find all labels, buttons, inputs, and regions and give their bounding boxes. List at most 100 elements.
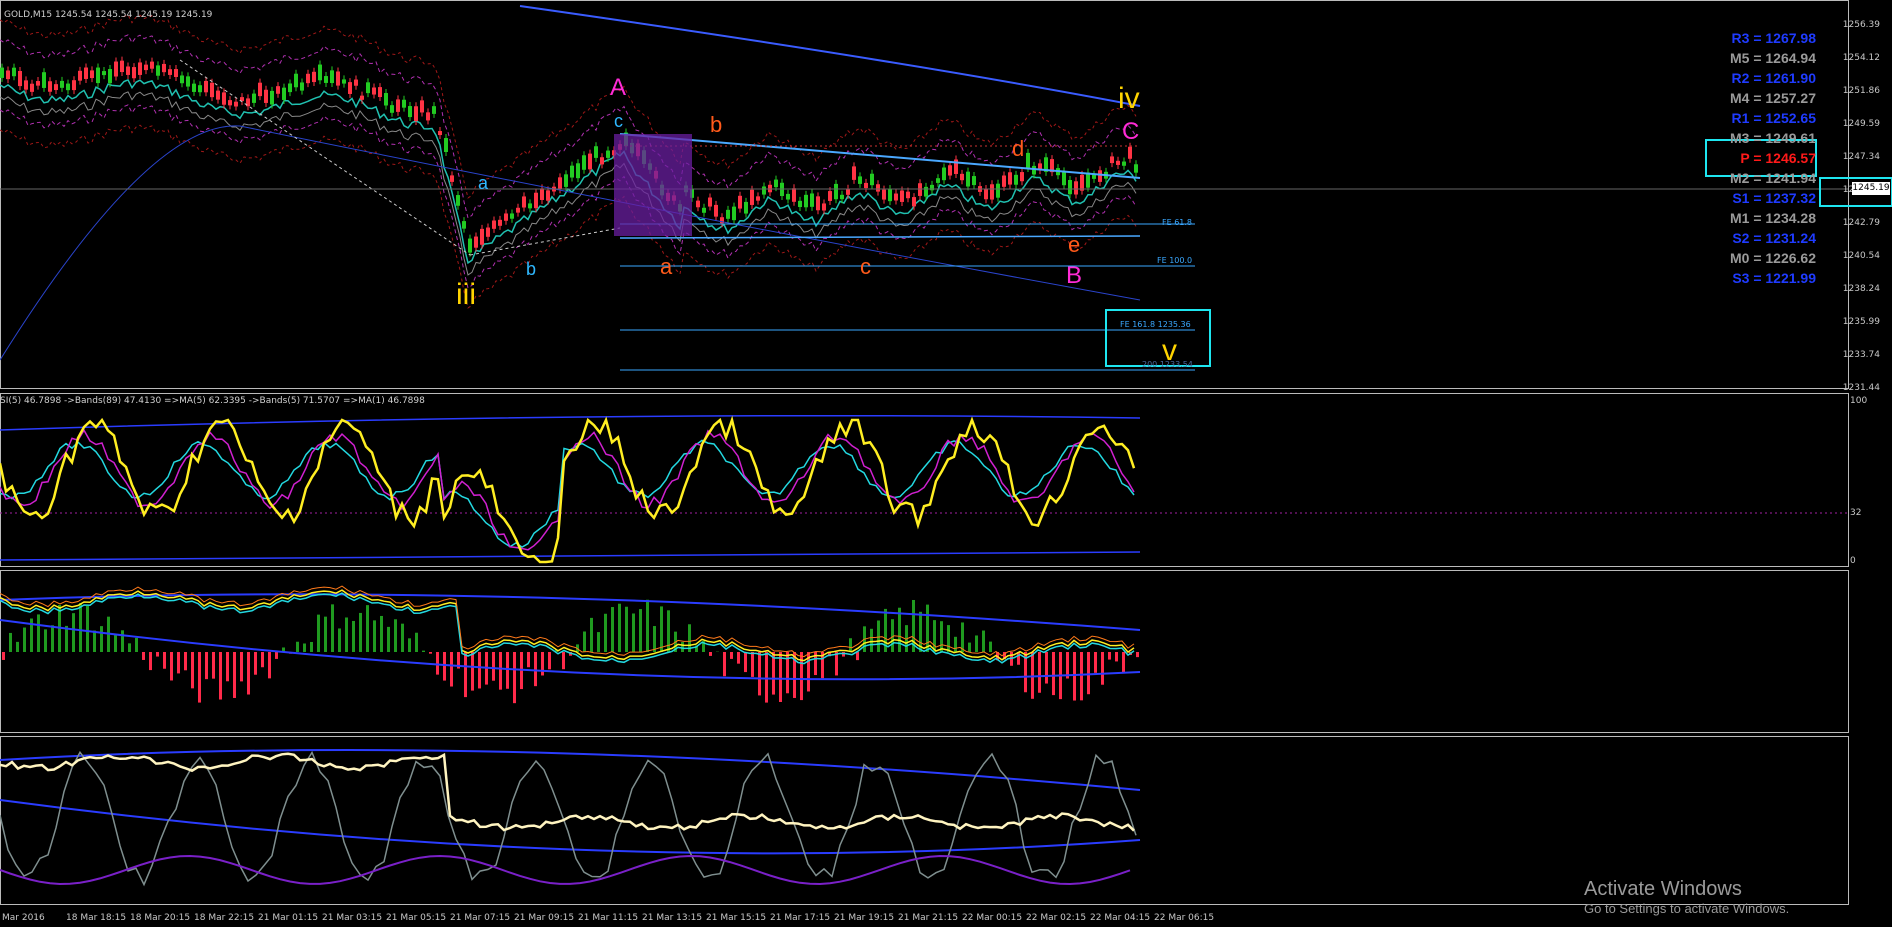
candle-body <box>726 209 730 219</box>
histogram-bar <box>646 599 649 652</box>
candle-body <box>270 90 274 105</box>
time-axis-label: 22 Mar 02:15 <box>1026 913 1087 923</box>
candle-body <box>936 178 940 183</box>
histogram-bar <box>205 652 208 680</box>
histogram-bar <box>44 629 47 652</box>
price-scale-label: 1233.74 <box>1842 350 1880 360</box>
wave-e-orange-label: e <box>1068 232 1081 257</box>
candle-body <box>1080 174 1084 191</box>
stochastic-panel <box>0 749 1141 887</box>
histogram-bar <box>548 652 551 670</box>
wave-c-blue-label: c <box>614 111 623 131</box>
candle-body <box>876 184 880 192</box>
pivot-level-label: S1 = 1237.32 <box>1732 190 1816 206</box>
histogram-bar <box>639 609 642 652</box>
pivot-level-label: M3 = 1249.61 <box>1729 130 1816 146</box>
candle-body <box>1110 156 1114 164</box>
time-axis-label: 21 Mar 21:15 <box>898 913 959 923</box>
histogram-bar <box>345 617 348 652</box>
chart-canvas[interactable] <box>0 0 1892 927</box>
histogram-band-upper <box>0 593 1141 631</box>
histogram-bar <box>779 652 782 702</box>
histogram-bar <box>744 652 747 673</box>
histogram-bar <box>121 630 124 652</box>
histogram-bar <box>926 604 929 652</box>
histogram-bar <box>597 632 600 652</box>
candle-body <box>420 100 424 113</box>
candle-body <box>312 71 316 83</box>
time-axis-label: 21 Mar 17:15 <box>770 913 831 923</box>
candle-body <box>564 174 568 187</box>
histogram-bar <box>331 604 334 652</box>
candle-body <box>852 166 856 180</box>
candle-body <box>582 155 586 170</box>
histogram-bar <box>198 652 201 703</box>
histogram-bar <box>499 652 502 690</box>
candle-body <box>888 189 892 202</box>
pivot-level-label: R2 = 1261.90 <box>1731 70 1816 86</box>
candle-body <box>828 191 832 201</box>
histogram-bar <box>681 642 684 652</box>
candle-body <box>486 227 490 237</box>
histogram-bar <box>51 625 54 652</box>
time-axis-label: 18 Mar 20:15 <box>130 913 191 923</box>
candle-body <box>858 176 862 184</box>
candle-body <box>732 206 736 221</box>
histogram-bar <box>2 652 5 660</box>
histogram-bar <box>443 652 446 681</box>
histogram-bar <box>233 652 236 698</box>
histogram-bar <box>16 641 19 652</box>
wave-a-orange-label: a <box>660 254 673 279</box>
candle-body <box>1074 181 1078 195</box>
stochastic-band-lower <box>0 799 1141 855</box>
histogram-bar <box>590 617 593 652</box>
histogram-bar <box>303 643 306 652</box>
histogram-bar <box>240 652 243 682</box>
candle-body <box>702 207 706 213</box>
histogram-bar <box>471 652 474 691</box>
candle-body <box>324 76 328 83</box>
price-scale-label: 1256.39 <box>1842 20 1880 30</box>
candle-body <box>1026 152 1030 168</box>
histogram-bar <box>352 620 355 652</box>
oscillator-signal-line <box>0 428 1135 551</box>
candle-body <box>108 69 112 84</box>
candle-body <box>480 228 484 245</box>
candle-body <box>366 82 370 94</box>
wave-v-label: v <box>1162 334 1177 367</box>
candle-body <box>750 189 754 205</box>
candle-body <box>1014 174 1018 185</box>
histogram-bar <box>275 652 278 659</box>
candle-body <box>432 106 436 114</box>
histogram-bar <box>513 652 516 704</box>
time-axis-label: 18 Mar 18:15 <box>66 913 127 923</box>
histogram-bar <box>93 630 96 652</box>
candle-body <box>210 82 214 98</box>
candle-body <box>222 92 226 105</box>
histogram-bar <box>408 638 411 652</box>
wave-B-label: B <box>1066 262 1083 289</box>
histogram-bar <box>1122 652 1125 673</box>
candle-body <box>1116 160 1120 165</box>
histogram-bar <box>1017 652 1020 665</box>
candle-body <box>906 191 910 199</box>
candle-body <box>696 200 700 208</box>
histogram-panel <box>0 585 1141 704</box>
histogram-bar <box>604 613 607 652</box>
candle-body <box>84 67 88 79</box>
histogram-bar <box>338 628 341 652</box>
candle-body <box>1086 172 1090 188</box>
price-scale-label: 1251.86 <box>1842 86 1880 96</box>
candle-body <box>372 87 376 95</box>
histogram-bar <box>940 621 943 652</box>
candle-body <box>18 70 22 87</box>
histogram-bar <box>191 652 194 689</box>
candle-body <box>204 80 208 93</box>
candle-body <box>804 194 808 208</box>
histogram-bar <box>1038 652 1041 693</box>
candle-body <box>504 213 508 221</box>
candle-body <box>276 86 280 94</box>
candle-body <box>300 82 304 91</box>
histogram-bar <box>135 637 138 652</box>
stochastic-band-upper <box>0 749 1141 791</box>
